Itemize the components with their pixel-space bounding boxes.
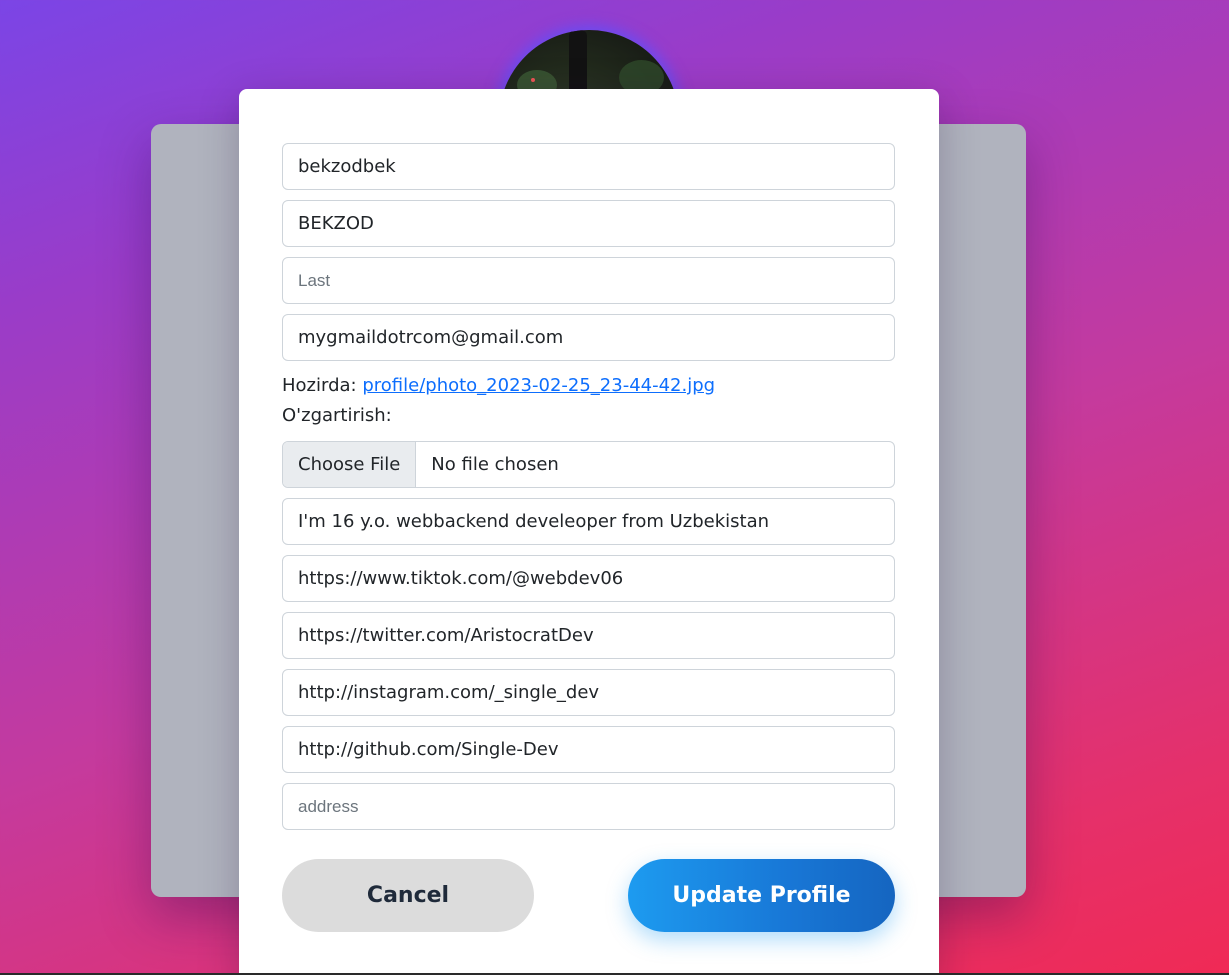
- instagram-input[interactable]: [282, 669, 895, 716]
- bio-input[interactable]: [282, 498, 895, 545]
- current-photo-link[interactable]: profile/photo_2023-02-25_23-44-42.jpg: [362, 375, 715, 396]
- photo-file-input[interactable]: Choose File No file chosen: [282, 441, 895, 488]
- email-input[interactable]: [282, 314, 895, 361]
- current-photo-line: Hozirda: profile/photo_2023-02-25_23-44-…: [282, 375, 715, 396]
- github-input[interactable]: [282, 726, 895, 773]
- twitter-input[interactable]: [282, 612, 895, 659]
- file-status-text: No file chosen: [431, 454, 559, 475]
- change-photo-label: O'zgartirish:: [282, 405, 392, 426]
- cancel-button[interactable]: Cancel: [282, 859, 534, 932]
- choose-file-button[interactable]: Choose File: [283, 442, 417, 487]
- first-name-input[interactable]: [282, 200, 895, 247]
- last-name-input[interactable]: [282, 257, 895, 304]
- tiktok-input[interactable]: [282, 555, 895, 602]
- edit-profile-card: Hozirda: profile/photo_2023-02-25_23-44-…: [239, 89, 939, 975]
- current-photo-label: Hozirda:: [282, 375, 357, 396]
- avatar-flower-shape: [531, 78, 535, 82]
- update-profile-button[interactable]: Update Profile: [628, 859, 895, 932]
- username-input[interactable]: [282, 143, 895, 190]
- address-input[interactable]: [282, 783, 895, 830]
